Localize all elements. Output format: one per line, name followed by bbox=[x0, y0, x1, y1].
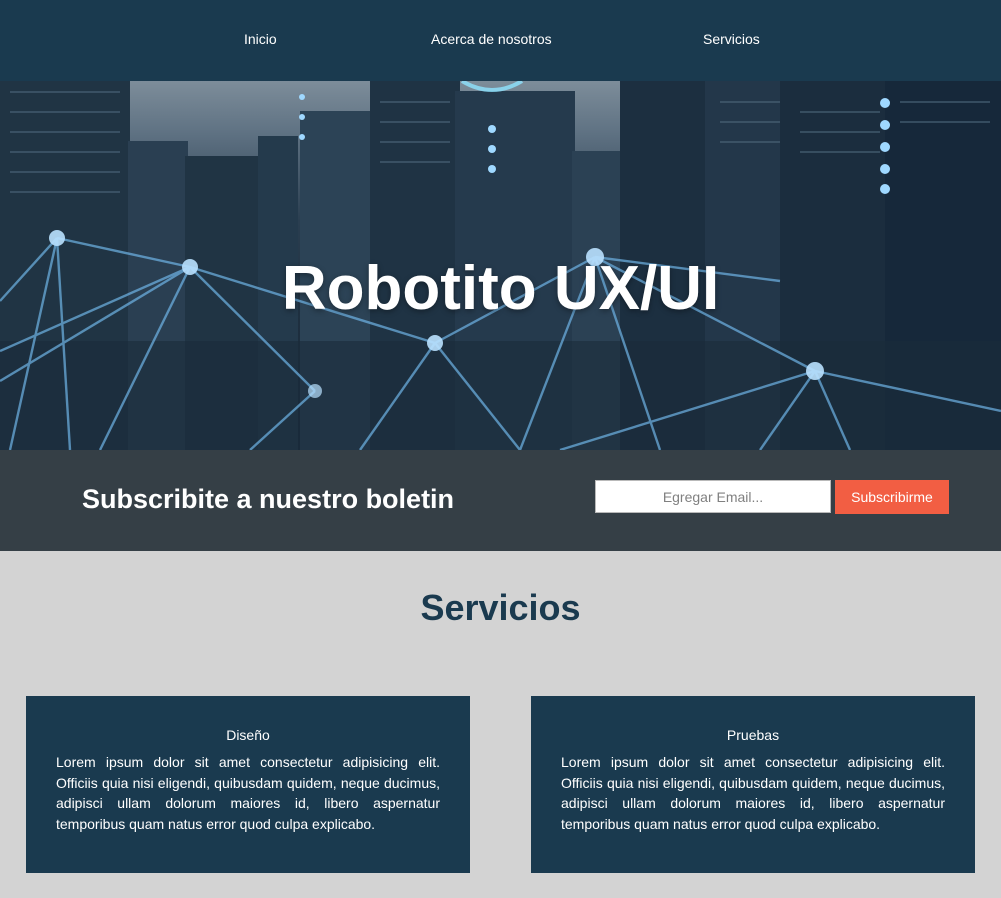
service-card-text: Lorem ipsum dolor sit amet consectetur a… bbox=[561, 754, 945, 832]
services-section: Servicios Diseño Lorem ipsum dolor sit a… bbox=[0, 551, 1001, 898]
nav-link-servicios[interactable]: Servicios bbox=[703, 31, 760, 47]
hero-title: Robotito UX/UI bbox=[281, 254, 720, 323]
service-card-title: Pruebas bbox=[726, 727, 780, 743]
nav-link-inicio[interactable]: Inicio bbox=[244, 31, 277, 47]
top-nav: Inicio Acerca de nosotros Servicios bbox=[0, 0, 1001, 81]
service-card-pruebas: Pruebas Lorem ipsum dolor sit amet conse… bbox=[531, 696, 975, 873]
service-card-diseno: Diseño Lorem ipsum dolor sit amet consec… bbox=[26, 696, 470, 873]
subscribe-button[interactable]: Subscribirme bbox=[835, 480, 949, 514]
newsletter-bar: Subscribite a nuestro boletin Subscribir… bbox=[0, 450, 1001, 551]
service-card-text: Lorem ipsum dolor sit amet consectetur a… bbox=[56, 754, 440, 832]
services-title: Servicios bbox=[420, 587, 581, 628]
email-input[interactable] bbox=[595, 480, 831, 513]
nav-link-acerca[interactable]: Acerca de nosotros bbox=[431, 31, 552, 47]
service-card-title: Diseño bbox=[226, 727, 270, 743]
hero-banner: Robotito UX/UI bbox=[0, 81, 1001, 450]
newsletter-title: Subscribite a nuestro boletin bbox=[82, 484, 455, 514]
